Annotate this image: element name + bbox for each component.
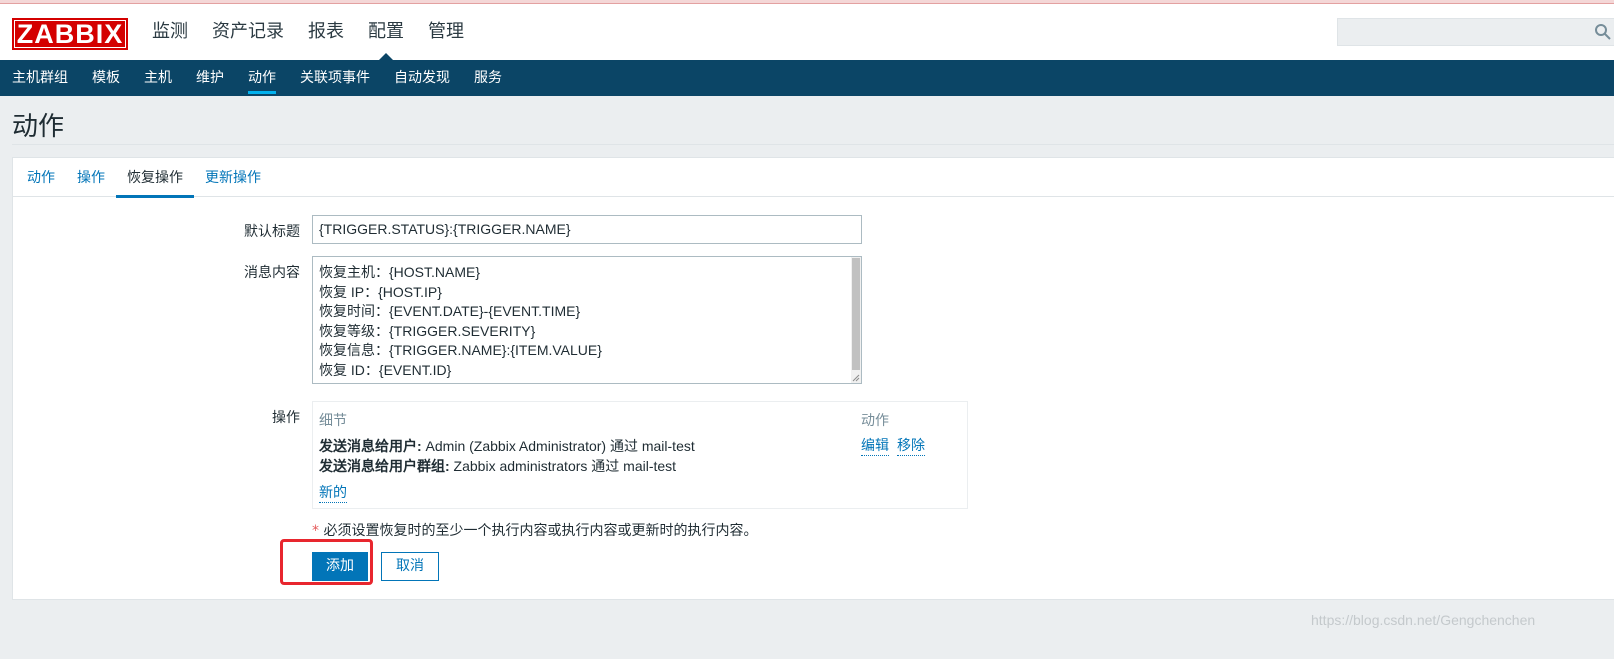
cancel-button[interactable]: 取消 (381, 552, 439, 581)
operation-type: 发送消息给用户: (319, 438, 422, 454)
sub-navigation: 主机群组 模板 主机 维护 动作 关联项事件 自动发现 服务 (0, 60, 1614, 96)
message-label: 消息内容 (244, 265, 300, 281)
main-menu: 监测 资产记录 报表 配置 管理 (140, 4, 476, 60)
subnav-maintenance[interactable]: 维护 (184, 60, 236, 96)
subnav-hosts[interactable]: 主机 (132, 60, 184, 96)
main-menu-administration[interactable]: 管理 (416, 4, 476, 60)
message-line: 恢复主机：{HOST.NAME} (319, 264, 481, 280)
new-operation-link[interactable]: 新的 (319, 482, 347, 503)
message-line: 恢复等级：{TRIGGER.SEVERITY} (319, 322, 536, 339)
add-button[interactable]: 添加 (312, 552, 368, 581)
subnav-event-correlation[interactable]: 关联项事件 (288, 60, 382, 96)
message-line: 恢复时间：{EVENT.DATE}-{EVENT.TIME} (319, 303, 581, 319)
operation-row: 发送消息给用户: Admin (Zabbix Administrator) 通过… (319, 436, 695, 456)
main-menu-monitoring[interactable]: 监测 (140, 4, 200, 60)
top-header: ZABBIX 监测 资产记录 报表 配置 管理 (0, 4, 1614, 60)
subject-label: 默认标题 (244, 224, 300, 240)
required-note: * 必须设置恢复时的至少一个执行内容或执行内容或更新时的执行内容。 (312, 520, 757, 540)
watermark: https://blog.csdn.net/Gengchenchen (1311, 612, 1536, 628)
subnav-host-groups[interactable]: 主机群组 (0, 60, 80, 96)
title-divider (12, 144, 1614, 145)
recovery-operations-table: 细节 动作 发送消息给用户: Admin (Zabbix Administrat… (312, 401, 968, 509)
resize-grip-icon[interactable] (852, 374, 860, 382)
tab-operations[interactable]: 操作 (66, 158, 116, 197)
form-tabs: 动作 操作 恢复操作 更新操作 (13, 158, 1614, 198)
action-form-panel: 动作 操作 恢复操作 更新操作 默认标题 {TRIGGER.STATUS}:{T… (12, 157, 1614, 600)
column-details: 细节 (319, 413, 347, 429)
operation-type: 发送消息给用户群组: (319, 458, 450, 474)
operation-detail: Zabbix administrators 通过 mail-test (449, 458, 677, 474)
tab-recovery-operations[interactable]: 恢复操作 (116, 158, 194, 198)
subnav-templates[interactable]: 模板 (80, 60, 132, 96)
search-input[interactable] (1337, 18, 1614, 46)
subnav-services[interactable]: 服务 (462, 60, 514, 96)
main-menu-configuration[interactable]: 配置 (356, 4, 416, 60)
operation-row: 发送消息给用户群组: Zabbix administrators 通过 mail… (319, 456, 676, 476)
remove-operation-link[interactable]: 移除 (897, 435, 925, 456)
required-asterisk: * (312, 523, 319, 539)
subnav-discovery[interactable]: 自动发现 (382, 60, 462, 96)
message-line: 恢复 ID：{EVENT.ID} (319, 361, 452, 378)
required-note-text: 必须设置恢复时的至少一个执行内容或执行内容或更新时的执行内容。 (319, 523, 758, 539)
tab-action[interactable]: 动作 (16, 158, 66, 197)
subject-input[interactable]: {TRIGGER.STATUS}:{TRIGGER.NAME} (312, 215, 862, 244)
message-line: 恢复 IP：{HOST.IP} (319, 283, 442, 300)
page-title: 动作 (12, 112, 65, 142)
search-icon[interactable] (1594, 23, 1612, 41)
main-menu-reports[interactable]: 报表 (296, 4, 356, 60)
tab-update-operations[interactable]: 更新操作 (194, 158, 272, 197)
textarea-scrollbar[interactable] (851, 257, 861, 383)
operations-label: 操作 (272, 410, 300, 426)
column-action: 动作 (861, 413, 889, 429)
message-textarea[interactable]: 恢复主机：{HOST.NAME} 恢复 IP：{HOST.IP} 恢复时间：{E… (312, 256, 862, 384)
edit-operation-link[interactable]: 编辑 (861, 435, 889, 456)
scrollbar-thumb[interactable] (852, 258, 860, 370)
operation-detail: Admin (Zabbix Administrator) 通过 mail-tes… (421, 438, 695, 454)
message-line: 恢复信息：{TRIGGER.NAME}:{ITEM.VALUE} (319, 342, 602, 358)
main-menu-inventory[interactable]: 资产记录 (200, 4, 296, 60)
zabbix-logo[interactable]: ZABBIX (12, 18, 128, 50)
subnav-actions[interactable]: 动作 (236, 60, 288, 96)
